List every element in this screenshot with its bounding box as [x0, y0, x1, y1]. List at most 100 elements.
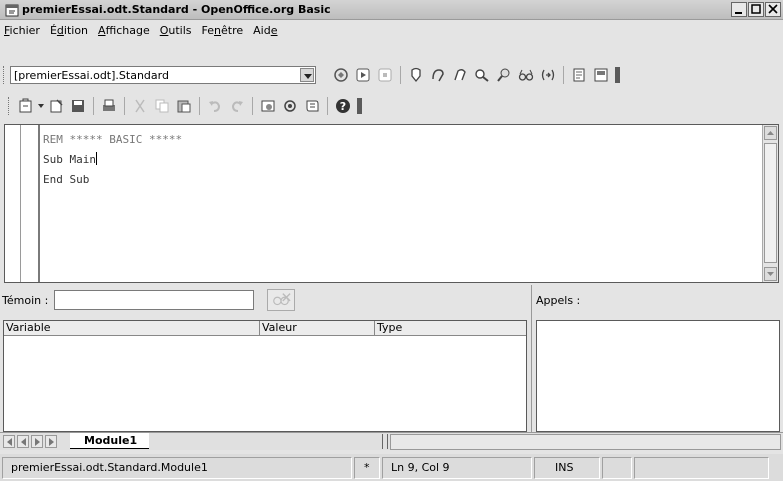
- insert-source-icon: [573, 68, 585, 82]
- chevron-down-icon[interactable]: [300, 68, 314, 82]
- chevron-down-icon[interactable]: [37, 102, 45, 110]
- menu-item-outils[interactable]: Outils: [160, 24, 192, 37]
- modules-icon: [306, 100, 319, 112]
- redo-button[interactable]: [227, 96, 247, 116]
- code-line-cursor: Sub Main: [43, 151, 182, 169]
- scroll-thumb[interactable]: [764, 143, 777, 263]
- next-tab-button[interactable]: [31, 435, 43, 448]
- new-button[interactable]: [46, 96, 66, 116]
- paste-icon: [177, 100, 191, 113]
- toolbar-grip[interactable]: [3, 66, 6, 84]
- first-tab-button[interactable]: [3, 435, 15, 448]
- column-header-value[interactable]: Valeur: [260, 321, 375, 335]
- calls-label: Appels :: [536, 294, 581, 307]
- run-icon: [356, 68, 370, 82]
- step-into-icon: [411, 67, 421, 83]
- column-header-variable[interactable]: Variable: [4, 321, 260, 335]
- status-selection-mode[interactable]: [602, 456, 632, 479]
- remove-watch-button[interactable]: [267, 289, 295, 311]
- status-modified: *: [354, 456, 380, 479]
- modules-button[interactable]: [302, 96, 322, 116]
- save-icon: [72, 100, 84, 112]
- stop-button[interactable]: [375, 65, 395, 85]
- step-over-button[interactable]: [428, 65, 448, 85]
- arrow-up-icon: [767, 131, 774, 135]
- call-stack-list[interactable]: [536, 320, 780, 432]
- insert-source-button[interactable]: [569, 65, 589, 85]
- library-select[interactable]: [premierEssai.odt].Standard: [10, 66, 316, 84]
- macro-toolbar: [premierEssai.odt].Standard: [0, 61, 783, 89]
- step-over-icon: [432, 69, 444, 82]
- code-editor[interactable]: REM ***** BASIC ***** Sub Main End Sub: [4, 124, 779, 283]
- vertical-scrollbar[interactable]: [762, 125, 778, 282]
- step-out-button[interactable]: [450, 65, 470, 85]
- breakpoint-button[interactable]: [472, 65, 492, 85]
- code-area[interactable]: REM ***** BASIC ***** Sub Main End Sub: [43, 131, 182, 189]
- toolbar-grip[interactable]: [8, 97, 11, 115]
- watch-pane: Témoin : Variable Valeur Type: [0, 285, 529, 432]
- help-button[interactable]: ?: [333, 96, 353, 116]
- undo-button[interactable]: [205, 96, 225, 116]
- status-insert-mode[interactable]: INS: [534, 456, 600, 479]
- copy-button[interactable]: [152, 96, 172, 116]
- scroll-up-button[interactable]: [764, 126, 777, 140]
- copy-icon: [155, 99, 169, 113]
- toolbar-overflow[interactable]: [615, 67, 620, 83]
- cut-button[interactable]: [130, 96, 150, 116]
- horizontal-scrollbar[interactable]: [390, 434, 781, 450]
- compile-button[interactable]: [331, 65, 351, 85]
- run-button[interactable]: [353, 65, 373, 85]
- status-position: Ln 9, Col 9: [382, 456, 532, 479]
- previous-tab-button[interactable]: [17, 435, 29, 448]
- close-icon: [768, 4, 778, 14]
- remove-watch-icon: [273, 293, 291, 306]
- tab-splitter[interactable]: [382, 434, 388, 449]
- watch-grid[interactable]: Variable Valeur Type: [3, 320, 527, 432]
- find-parentheses-button[interactable]: [538, 65, 558, 85]
- menu-bar: Fichier Édition Affichage Outils Fenêtre Aide: [0, 20, 783, 40]
- object-catalog-button[interactable]: [258, 96, 278, 116]
- toolbar-overflow[interactable]: [357, 98, 362, 114]
- standard-toolbar: ?: [0, 92, 783, 120]
- separator: [93, 97, 94, 115]
- print-button[interactable]: [99, 96, 119, 116]
- redo-icon: [231, 101, 243, 112]
- svg-text:?: ?: [340, 100, 346, 113]
- breakpoint-gutter[interactable]: [5, 125, 40, 282]
- maximize-icon: [751, 4, 761, 14]
- add-watch-button[interactable]: [516, 65, 536, 85]
- menu-item-aide[interactable]: Aide: [253, 24, 277, 37]
- undo-icon: [209, 101, 221, 112]
- window-controls: [730, 2, 781, 17]
- text-cursor: [95, 152, 97, 165]
- breakpoint-icon: [475, 69, 489, 82]
- tab-module1[interactable]: Module1: [70, 433, 150, 449]
- menu-item-affichage[interactable]: Affichage: [98, 24, 150, 37]
- save-source-icon: [594, 68, 608, 82]
- insert-button[interactable]: [16, 96, 36, 116]
- menu-item-edition[interactable]: Édition: [50, 24, 88, 37]
- step-into-button[interactable]: [406, 65, 426, 85]
- last-tab-button[interactable]: [45, 435, 57, 448]
- paste-button[interactable]: [174, 96, 194, 116]
- macros-button[interactable]: [280, 96, 300, 116]
- watch-label: Témoin :: [2, 294, 49, 307]
- watch-input[interactable]: [54, 290, 254, 310]
- status-module: premierEssai.odt.Standard.Module1: [2, 456, 352, 479]
- macros-icon: [284, 100, 296, 112]
- minimize-icon: [735, 12, 742, 14]
- save-source-button[interactable]: [591, 65, 611, 85]
- menu-item-fichier[interactable]: Fichier: [4, 24, 40, 37]
- minimize-button[interactable]: [731, 2, 747, 17]
- maximize-button[interactable]: [748, 2, 764, 17]
- menu-item-fenetre[interactable]: Fenêtre: [202, 24, 244, 37]
- scroll-down-button[interactable]: [764, 267, 777, 281]
- new-icon: [50, 99, 63, 113]
- find-parentheses-icon: [541, 69, 555, 81]
- manage-breakpoints-button[interactable]: [494, 65, 514, 85]
- status-extra: [634, 456, 769, 479]
- close-button[interactable]: [765, 2, 781, 17]
- column-header-type[interactable]: Type: [375, 321, 526, 335]
- save-button[interactable]: [68, 96, 88, 116]
- stop-icon: [378, 68, 392, 82]
